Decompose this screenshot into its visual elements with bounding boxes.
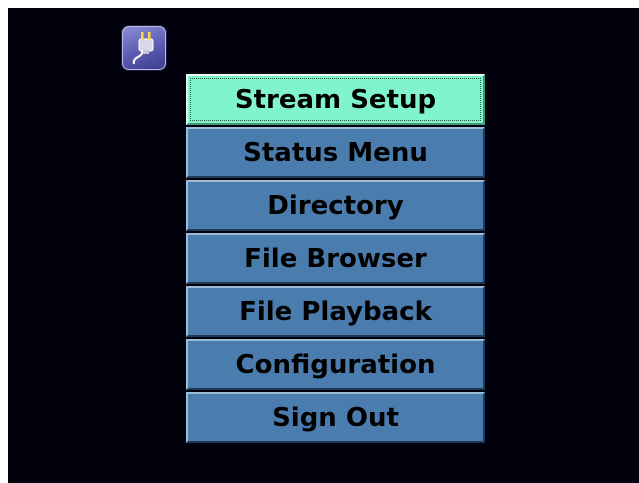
main-screen: Stream Setup Status Menu Directory File … bbox=[8, 8, 639, 483]
menu-item-file-browser[interactable]: File Browser bbox=[186, 233, 485, 284]
menu-item-status-menu[interactable]: Status Menu bbox=[186, 127, 485, 178]
menu-item-stream-setup[interactable]: Stream Setup bbox=[186, 74, 485, 125]
menu-item-file-playback[interactable]: File Playback bbox=[186, 286, 485, 337]
main-menu: Stream Setup Status Menu Directory File … bbox=[186, 74, 485, 445]
menu-item-sign-out[interactable]: Sign Out bbox=[186, 392, 485, 443]
menu-item-directory[interactable]: Directory bbox=[186, 180, 485, 231]
power-plug-glyph bbox=[132, 32, 154, 65]
power-plug-icon[interactable] bbox=[122, 26, 166, 70]
menu-item-configuration[interactable]: Configuration bbox=[186, 339, 485, 390]
